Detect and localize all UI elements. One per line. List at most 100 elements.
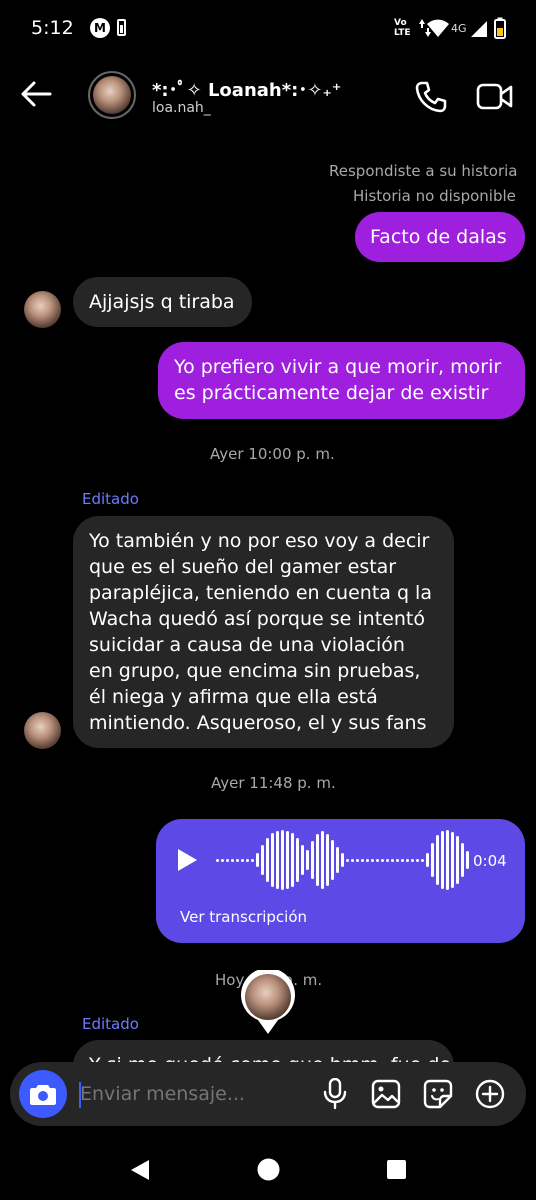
message-input[interactable] [78,1076,310,1112]
add-icon[interactable] [475,1079,505,1109]
volte-icon: Vo LTE [394,18,411,38]
edited-label: Editado [82,1015,139,1033]
camera-button[interactable] [19,1070,67,1118]
incoming-message[interactable]: Yo también y no por eso voy a decir que … [73,516,454,748]
contact-name[interactable]: *:･ﾟ✧ Loanah*:･✧₊⁺ [152,76,341,102]
waveform-bar [301,845,304,875]
incoming-message[interactable]: Ajjajsjs q tiraba [73,277,252,327]
waveform-bar [286,831,289,889]
nav-back-icon[interactable] [129,1158,151,1182]
waveform-bar [241,858,244,862]
waveform-bar [396,858,399,862]
signal-icon [471,21,487,37]
waveform-bar [306,850,309,870]
message-text: Ajjajsjs q tiraba [89,291,235,313]
waveform-bar [316,834,319,886]
sender-avatar[interactable] [24,712,61,749]
timestamp: Ayer 11:48 p. m. [211,774,336,792]
waveform-bar [451,832,454,888]
message-line: él niega y afirma que ella está [89,686,378,708]
back-arrow-icon[interactable] [20,80,52,108]
contact-username[interactable]: loa.nah_ [152,100,211,116]
battery-saver-icon [117,19,126,36]
network-type: 4G [451,22,467,35]
nav-home-icon[interactable] [257,1158,280,1181]
waveform-bar [436,835,439,885]
waveform-bar [411,858,414,862]
waveform-bar [246,858,249,862]
waveform-bar [276,831,279,889]
seen-avatar [245,974,291,1020]
waveform-bar [281,830,284,890]
waveform-bar [426,853,429,867]
nav-recents-icon[interactable] [386,1159,407,1180]
waveform-bar [216,858,219,862]
microphone-icon[interactable] [322,1078,348,1110]
play-icon[interactable] [176,848,198,872]
message-line: parapléjica, teniendo en cuenta q la [89,582,432,604]
message-line: que es el sueño del gamer estar [89,556,397,578]
video-call-icon[interactable] [476,82,514,112]
message-line: suicidar a causa de una violación [89,634,405,656]
waveform-bar [406,858,409,862]
message-line: mintiendo. Asqueroso, el y sus fans [89,712,427,734]
waveform-bar [221,858,224,862]
system-nav-bar [0,1138,536,1200]
status-time: 5:12 [31,17,74,39]
story-unavailable-label: Historia no disponible [353,187,516,205]
message-line: en grupo, que encima sin pruebas, [89,660,421,682]
timestamp: Ayer 10:00 p. m. [210,445,335,463]
camera-icon [30,1085,56,1105]
message-text: Yo prefiero vivir a que morir, morir [174,356,502,378]
motorola-icon: M [90,18,110,38]
waveform-bar [441,831,444,889]
waveform-bar [361,858,364,862]
story-reply-label: Respondiste a su historia [329,162,518,180]
status-bar: 5:12 M Vo LTE 4G [0,0,536,58]
gallery-icon[interactable] [371,1079,401,1109]
waveform-bar [266,838,269,882]
waveform-bar [311,841,314,879]
message-line: Wacha quedó así porque se intentó [89,608,425,630]
phone-icon[interactable] [414,80,448,114]
waveform-bar [391,858,394,862]
waveform-bar [226,858,229,862]
waveform-bar [386,858,389,862]
waveform-bar [371,858,374,862]
outgoing-message[interactable]: Yo prefiero vivir a que morir, morir es … [158,342,525,419]
waveform-bar [351,858,354,862]
waveform-bar [261,845,264,875]
message-text: es prácticamente dejar de existir [174,382,489,404]
waveform-bar [336,847,339,873]
edited-label: Editado [82,490,139,508]
wifi-icon [427,19,449,37]
waveform-bar [251,858,254,862]
waveform-bar [401,858,404,862]
battery-icon [494,17,506,39]
waveform-bar [456,836,459,884]
waveform-bar [231,858,234,862]
waveform-bar [466,851,469,869]
sender-avatar[interactable] [24,291,61,328]
waveform-bar [416,858,419,862]
waveform-bar [346,858,349,862]
waveform-bar [296,838,299,882]
seen-indicator [240,970,296,1036]
waveform-bar [376,858,379,862]
waveform-bar [331,840,334,880]
waveform-bar [326,834,329,886]
message-composer [10,1062,526,1126]
header-avatar-ring[interactable] [88,71,136,119]
sticker-icon[interactable] [423,1079,453,1109]
outgoing-message[interactable]: Facto de dalas [355,212,525,262]
waveform-bar [366,858,369,862]
message-text: Facto de dalas [370,226,507,248]
waveform-bar [461,843,464,877]
waveform-bar [291,833,294,887]
voice-message[interactable]: 0:04 Ver transcripción [156,819,525,943]
view-transcript-link[interactable]: Ver transcripción [180,908,307,926]
avatar [93,76,131,114]
waveform-bar [431,843,434,877]
waveform-bar [321,831,324,889]
voice-waveform[interactable] [216,819,469,909]
